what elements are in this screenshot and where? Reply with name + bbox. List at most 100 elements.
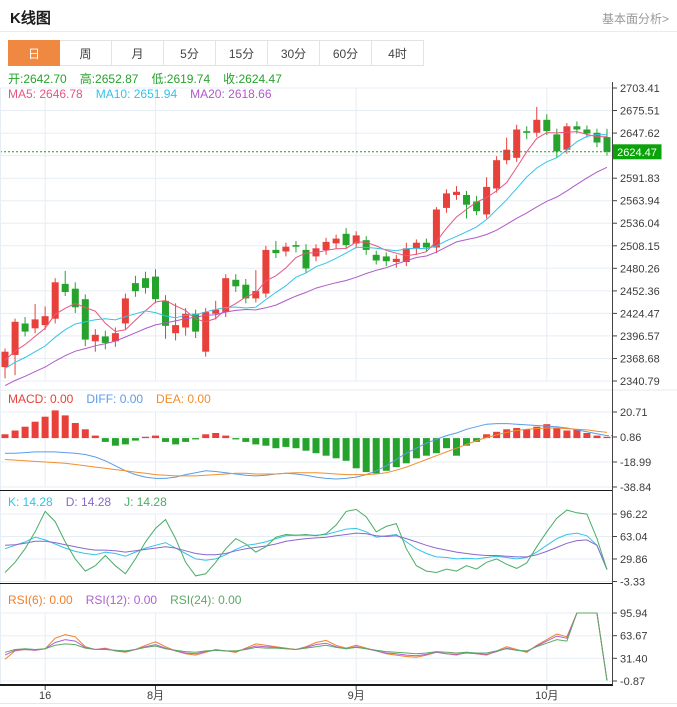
candle-body	[523, 131, 530, 133]
chart-canvas[interactable]: 2703.412675.512647.622591.832563.942536.…	[0, 68, 677, 707]
candle-body	[172, 325, 179, 333]
fundamental-analysis-link[interactable]: 基本面分析>	[602, 10, 669, 27]
candle-body	[152, 277, 159, 300]
tab-4hour[interactable]: 4时	[372, 40, 424, 66]
macd-bar	[112, 438, 119, 446]
candle-body	[323, 242, 330, 250]
macd-bar	[252, 438, 259, 444]
candle-body	[232, 280, 239, 287]
macd-bar	[262, 438, 269, 446]
macd-bar	[553, 428, 560, 438]
y-axis-label: -18.99	[620, 457, 651, 469]
macd-bar	[443, 438, 450, 448]
macd-bar	[102, 438, 109, 442]
macd-bar	[92, 436, 99, 439]
y-axis-label: 31.40	[620, 653, 648, 665]
candle-body	[132, 283, 139, 291]
tab-5min[interactable]: 5分	[164, 40, 216, 66]
x-axis-label: 10月	[535, 690, 558, 702]
candle-body	[553, 134, 560, 151]
macd-bar	[232, 438, 239, 439]
candle-body	[282, 247, 289, 252]
candles	[2, 107, 611, 379]
macd-bar	[212, 433, 219, 438]
y-axis-label: 2480.26	[620, 263, 660, 275]
y-axis-label: 2508.15	[620, 241, 660, 253]
candle-body	[62, 284, 69, 292]
candle-body	[604, 137, 611, 152]
macd-bar	[503, 429, 510, 438]
candle-body	[413, 243, 420, 249]
macd-bar	[222, 436, 229, 439]
candle-body	[262, 250, 269, 294]
candle-body	[202, 312, 209, 352]
tab-month[interactable]: 月	[112, 40, 164, 66]
x-axis-labels: 168月9月10月	[39, 686, 558, 702]
candle-body	[102, 336, 109, 343]
macd-bar	[343, 438, 350, 461]
macd-bar	[192, 438, 199, 439]
j-line	[5, 509, 607, 576]
macd-bar	[122, 438, 129, 444]
macd-bar	[303, 438, 310, 451]
kline-chart: 2703.412675.512647.622591.832563.942536.…	[0, 68, 677, 707]
y-axis-label: 20.71	[620, 407, 648, 419]
macd-bar	[2, 434, 9, 438]
macd-bar	[353, 438, 360, 468]
y-axis-label: 2452.36	[620, 286, 660, 298]
macd-bar	[333, 438, 340, 458]
candle-body	[543, 120, 550, 131]
y-axis-label: 2368.68	[620, 354, 660, 366]
macd-bar	[162, 438, 169, 442]
candle-body	[383, 256, 390, 261]
candle-body	[493, 160, 500, 188]
candle-body	[42, 316, 49, 325]
x-axis-label: 8月	[147, 690, 164, 702]
macd-bar	[282, 438, 289, 447]
d-line	[5, 533, 607, 570]
candle-body	[563, 126, 570, 149]
tab-60min[interactable]: 60分	[320, 40, 372, 66]
candle-body	[483, 187, 490, 215]
candle-body	[473, 202, 480, 212]
tab-week[interactable]: 周	[60, 40, 112, 66]
macd-bar	[313, 438, 320, 453]
y-axis-label: 2647.62	[620, 128, 660, 140]
y-axis-label: 63.67	[620, 631, 648, 643]
macd-bar	[393, 438, 400, 467]
y-axis-label: -0.87	[620, 676, 645, 688]
y-axis-label: 2563.94	[620, 196, 660, 208]
page-title: K线图	[10, 7, 51, 28]
candle-body	[513, 130, 520, 158]
y-axis-label: 2703.41	[620, 83, 660, 95]
current-price-badge-label: 2624.47	[617, 147, 657, 159]
ma20-line	[5, 167, 607, 385]
macd-bar	[182, 438, 189, 442]
y-axis-label: 0.86	[620, 432, 641, 444]
tab-15min[interactable]: 15分	[216, 40, 268, 66]
y-axis-label: -3.33	[620, 577, 645, 589]
macd-bar	[242, 438, 249, 442]
axes	[0, 82, 677, 704]
tab-30min[interactable]: 30分	[268, 40, 320, 66]
macd-bar	[563, 431, 570, 439]
macd-bar	[604, 437, 611, 438]
rsi6-line	[5, 613, 607, 680]
candle-body	[2, 352, 9, 367]
macd-bar	[72, 423, 79, 438]
tab-day[interactable]: 日	[8, 40, 60, 66]
candle-body	[463, 195, 470, 205]
candle-body	[573, 126, 580, 129]
macd-bar	[423, 438, 430, 456]
y-axis-label: 2591.83	[620, 173, 660, 185]
macd-panel: 20.71 0.86 -18.99 -38.84	[0, 407, 651, 494]
candle-body	[333, 239, 340, 244]
timeframe-tabs: 日周月5分15分30分60分4时	[8, 40, 424, 66]
y-axis-label: 2424.47	[620, 308, 660, 320]
y-axis-label: -38.84	[620, 482, 651, 494]
candle-body	[533, 120, 540, 133]
rsi-panel: 95.9463.6731.40-0.87	[0, 608, 648, 688]
candle-body	[373, 255, 380, 261]
candle-body	[142, 278, 149, 288]
macd-bar	[62, 415, 69, 438]
